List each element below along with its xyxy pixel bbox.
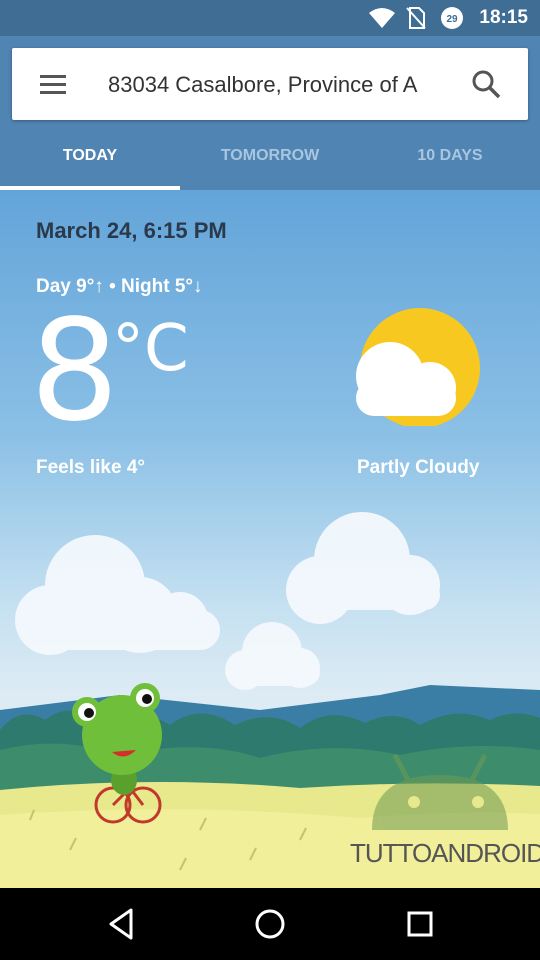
recents-icon[interactable] — [400, 906, 440, 942]
navigation-bar — [0, 888, 540, 960]
tab-10-days[interactable]: 10 DAYS — [360, 126, 540, 190]
back-icon[interactable] — [102, 906, 142, 942]
battery-icon: 29 — [441, 7, 463, 29]
watermark-logo: TUTTOANDROID — [350, 838, 540, 868]
search-icon[interactable] — [470, 68, 502, 100]
tab-today[interactable]: TODAY — [0, 126, 180, 190]
location-text[interactable]: 83034 Casalbore, Province of A — [108, 70, 438, 100]
weather-condition: Partly Cloudy — [357, 457, 480, 478]
menu-icon[interactable] — [38, 72, 68, 96]
status-time: 18:15 — [479, 7, 528, 28]
location-search-bar[interactable]: 83034 Casalbore, Province of A — [12, 48, 528, 120]
no-sim-icon — [406, 7, 426, 29]
tab-tomorrow[interactable]: TOMORROW — [180, 126, 360, 190]
current-temperature: 8 — [30, 290, 120, 453]
temperature-unit: °C — [112, 312, 189, 386]
partly-cloudy-icon — [356, 308, 480, 426]
app-header: 83034 Casalbore, Province of A TODAY TOM… — [0, 36, 540, 190]
battery-level: 29 — [446, 14, 458, 25]
date-time: March 24, 6:15 PM — [36, 218, 227, 243]
weather-panel: March 24, 6:15 PM Day 9°↑ • Night 5°↓ 8 … — [0, 190, 540, 888]
home-icon[interactable] — [250, 906, 290, 942]
status-bar: 29 18:15 — [0, 0, 540, 36]
wifi-icon — [369, 8, 395, 28]
feels-like: Feels like 4° — [36, 457, 145, 478]
tab-bar: TODAY TOMORROW 10 DAYS — [0, 126, 540, 190]
